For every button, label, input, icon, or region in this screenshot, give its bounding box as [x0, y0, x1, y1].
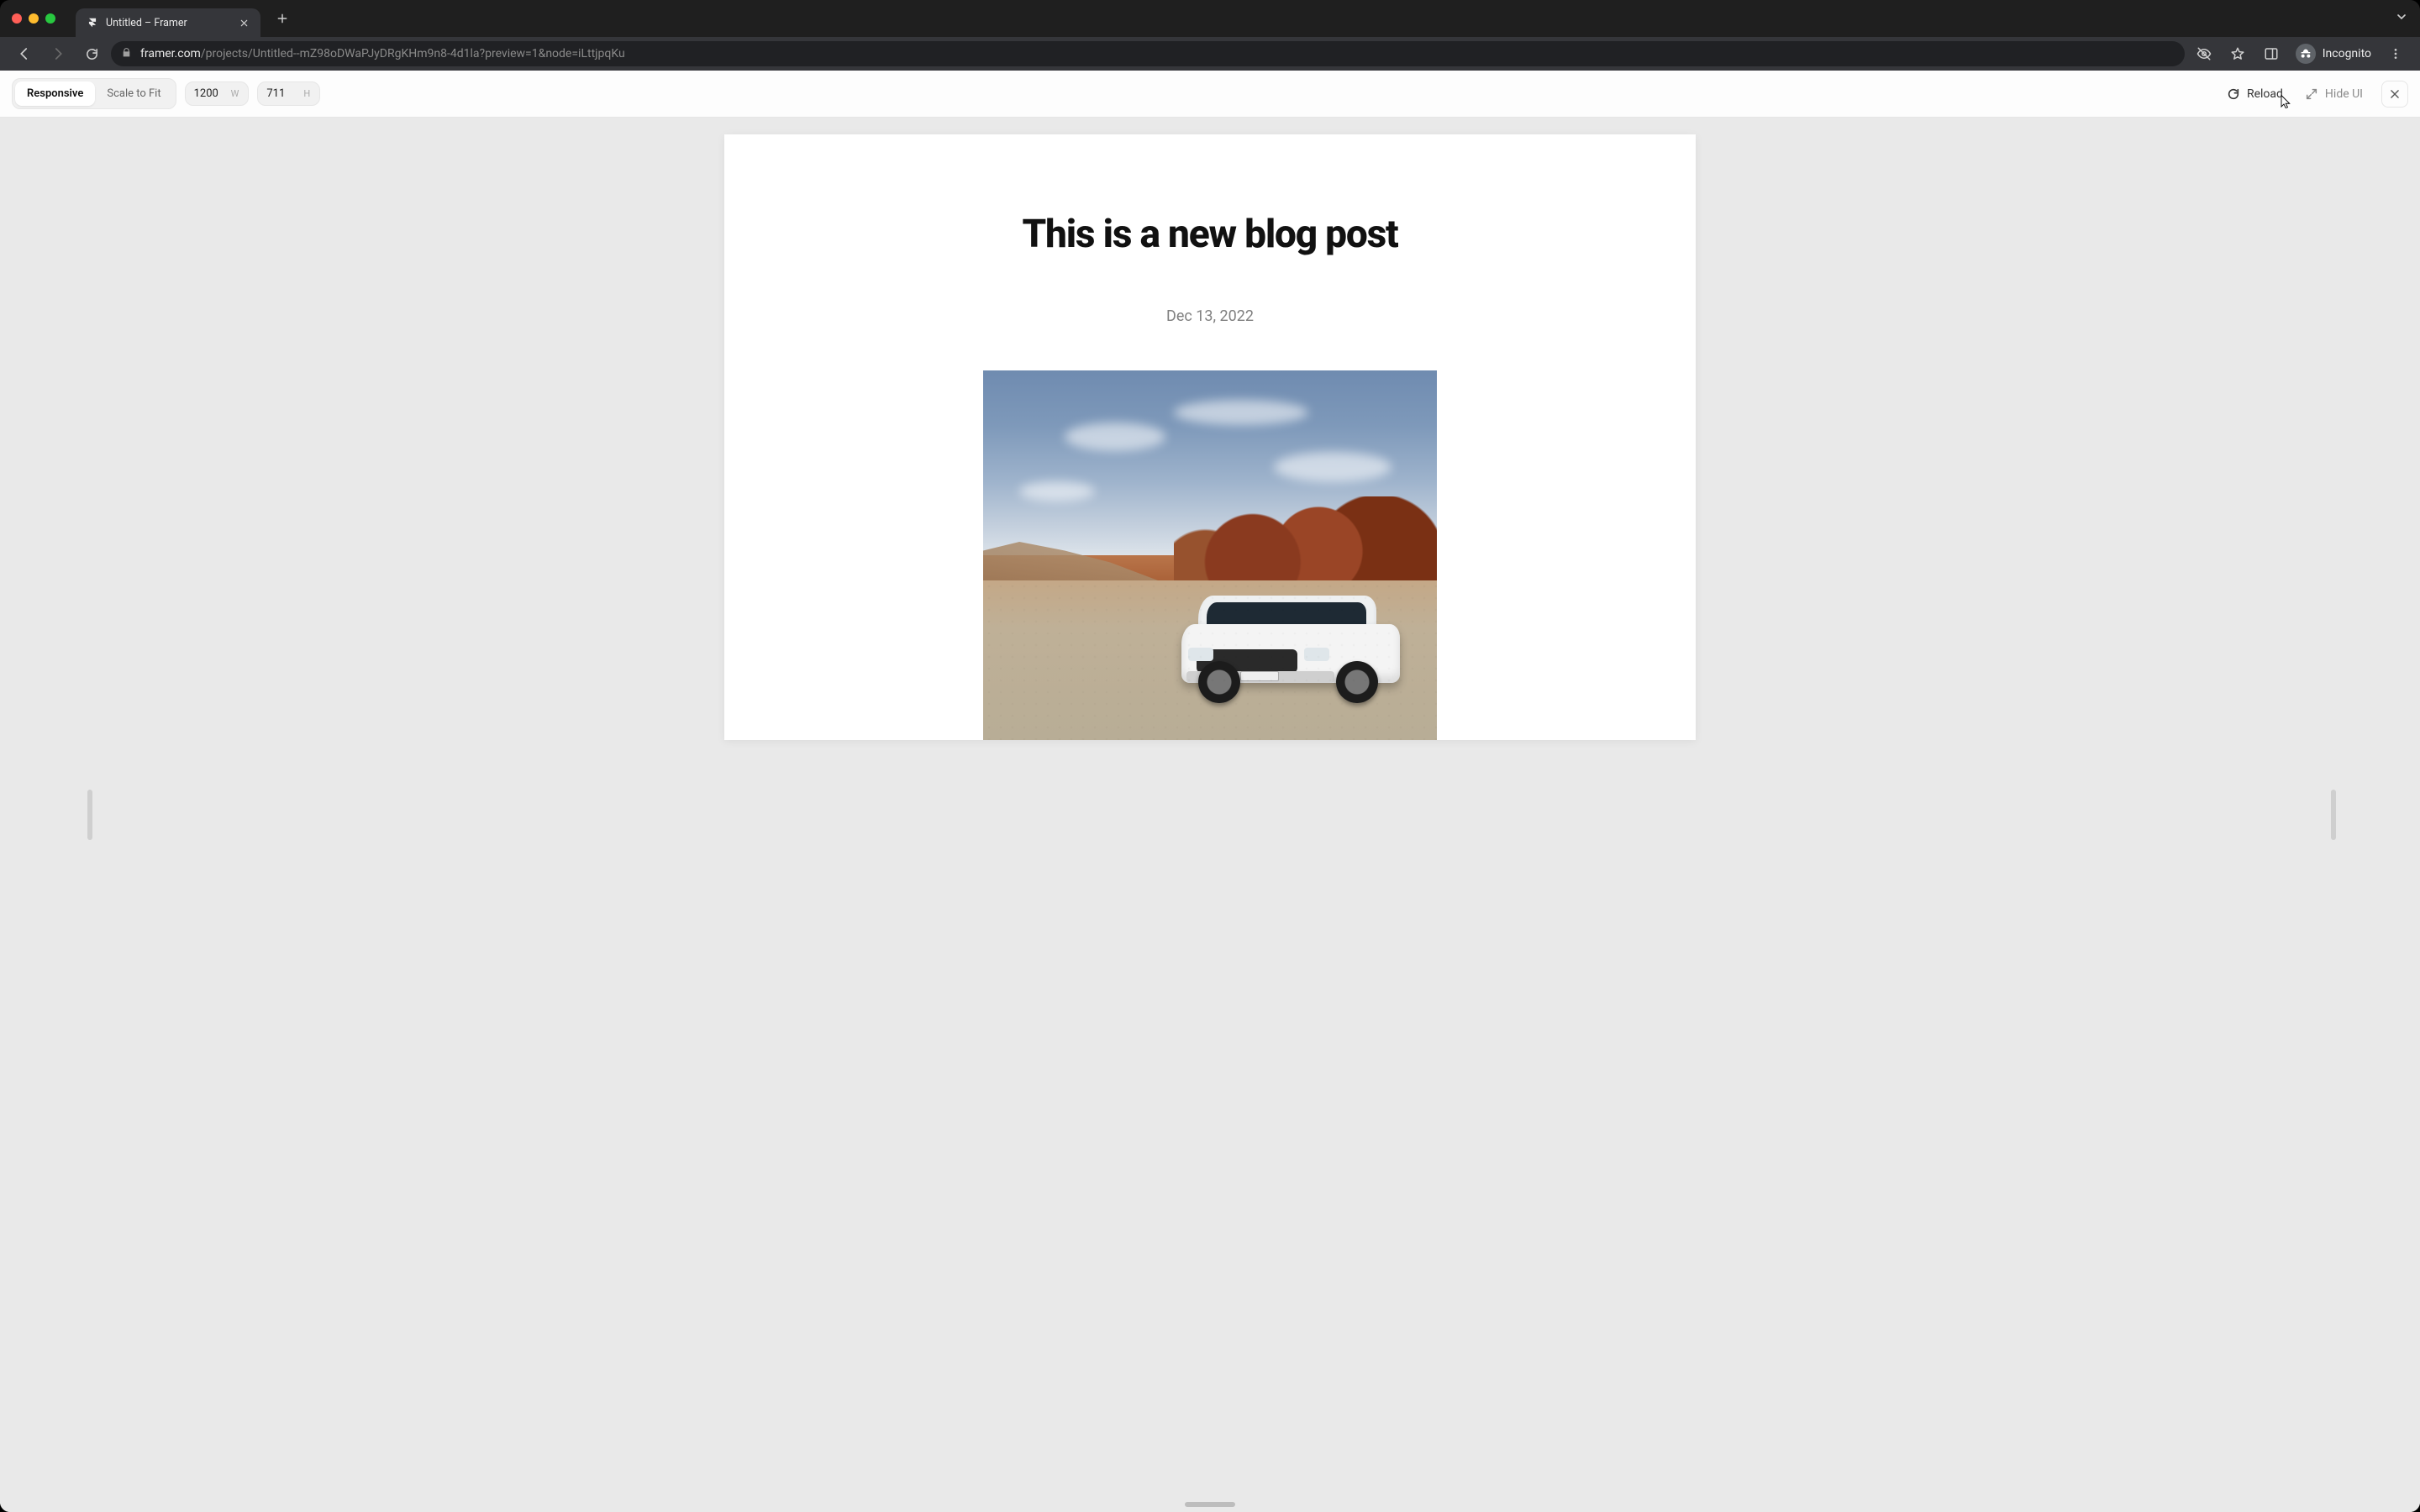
bookmark-star-icon[interactable] [2223, 41, 2252, 66]
nav-forward-button[interactable] [44, 41, 72, 66]
post-date: Dec 13, 2022 [1166, 307, 1254, 325]
expand-icon [2305, 87, 2318, 101]
height-input[interactable]: 711 H [257, 81, 320, 106]
reload-label: Reload [2247, 87, 2283, 101]
scale-to-fit-toggle[interactable]: Scale to Fit [95, 81, 172, 106]
preview-frame: This is a new blog post Dec 13, 2022 [724, 134, 1696, 740]
horizontal-scrollbar-thumb[interactable] [1185, 1502, 1235, 1507]
window-minimize-button[interactable] [29, 13, 39, 24]
reload-button[interactable]: Reload [2220, 82, 2290, 106]
tabs-dropdown-button[interactable] [2395, 10, 2408, 27]
toolbar-right-icons: Incognito [2190, 41, 2410, 66]
tab-close-button[interactable] [237, 16, 250, 29]
resize-handle-left[interactable] [87, 790, 92, 840]
new-tab-button[interactable] [271, 7, 294, 30]
nav-reload-button[interactable] [77, 41, 106, 66]
hide-ui-button[interactable]: Hide UI [2298, 82, 2370, 106]
reload-icon [2227, 87, 2240, 101]
close-icon [2389, 88, 2401, 100]
browser-toolbar: framer.com/projects/Untitled--mZ98oDWaPJ… [0, 37, 2420, 71]
lock-icon [121, 47, 132, 61]
tracking-protection-icon[interactable] [2190, 41, 2218, 66]
photo-backdrop [983, 370, 1437, 740]
url-domain: framer.com [140, 47, 201, 60]
responsive-toggle[interactable]: Responsive [15, 81, 95, 106]
browser-tab[interactable]: Untitled – Framer [76, 8, 260, 37]
width-value: 1200 [194, 87, 223, 100]
hide-ui-label: Hide UI [2325, 87, 2363, 101]
page-content: Responsive Scale to Fit 1200 W 711 H Rel… [0, 71, 2420, 1512]
url-text: framer.com/projects/Untitled--mZ98oDWaPJ… [140, 47, 625, 60]
browser-menu-button[interactable] [2381, 41, 2410, 66]
incognito-label: Incognito [2323, 47, 2371, 60]
width-suffix: W [231, 88, 240, 99]
window-zoom-button[interactable] [45, 13, 55, 24]
height-value: 711 [266, 87, 295, 100]
car-illustration [1181, 589, 1400, 706]
profile-chip[interactable]: Incognito [2291, 44, 2376, 64]
window-controls [12, 13, 55, 24]
resize-handle-right[interactable] [2331, 790, 2336, 840]
close-preview-button[interactable] [2381, 81, 2408, 108]
framer-favicon [86, 16, 99, 29]
nav-back-button[interactable] [10, 41, 39, 66]
preview-stage: This is a new blog post Dec 13, 2022 [0, 118, 2420, 1512]
url-path: /projects/Untitled--mZ98oDWaPJyDRgKHm9n8… [201, 47, 625, 60]
side-panel-icon[interactable] [2257, 41, 2286, 66]
width-input[interactable]: 1200 W [185, 81, 250, 106]
preview-toolbar: Responsive Scale to Fit 1200 W 711 H Rel… [0, 71, 2420, 118]
tab-strip: Untitled – Framer [0, 0, 2420, 37]
tab-title: Untitled – Framer [106, 17, 230, 29]
address-bar[interactable]: framer.com/projects/Untitled--mZ98oDWaPJ… [111, 41, 2185, 66]
viewport-mode-toggle: Responsive Scale to Fit [12, 78, 176, 109]
browser-window: Untitled – Framer framer.com/pr [0, 0, 2420, 1512]
window-close-button[interactable] [12, 13, 22, 24]
post-hero-image [983, 370, 1437, 740]
height-suffix: H [303, 88, 311, 99]
incognito-icon [2296, 44, 2316, 64]
post-title: This is a new blog post [1022, 212, 1397, 257]
